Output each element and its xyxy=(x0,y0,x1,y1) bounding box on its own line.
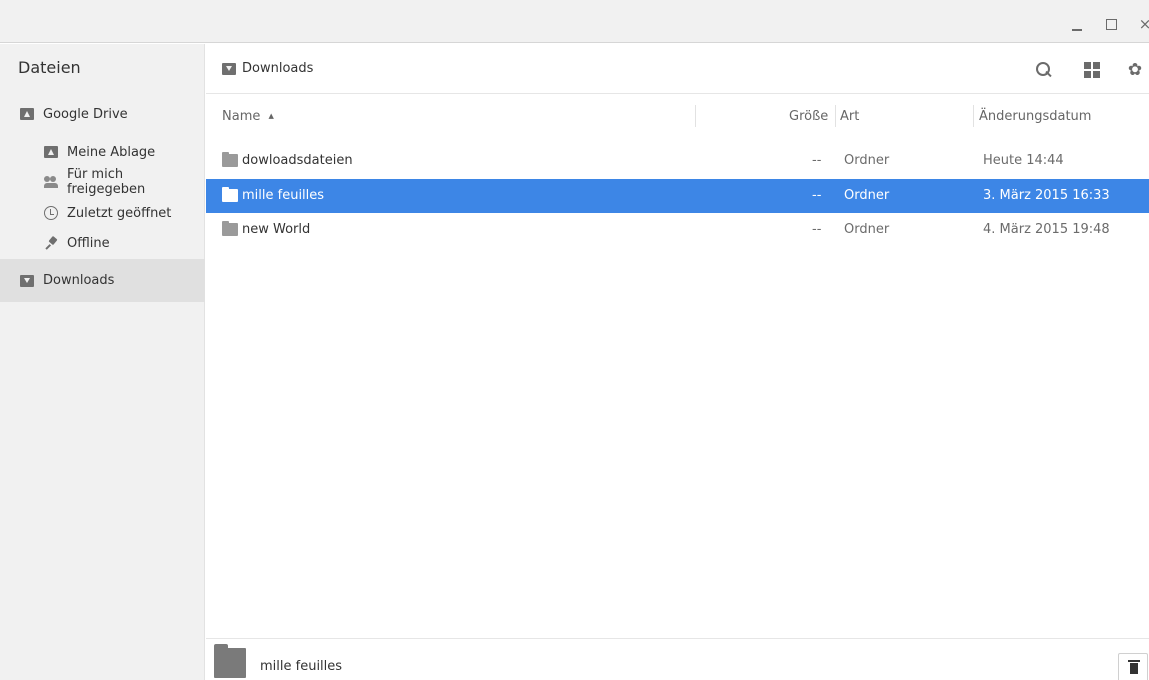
breadcrumb[interactable]: Downloads xyxy=(222,61,313,76)
file-row-selected[interactable]: mille feuilles -- Ordner 3. März 2015 16… xyxy=(206,179,1149,213)
file-type: Ordner xyxy=(844,222,890,237)
folder-icon xyxy=(222,187,238,202)
column-resize-handle[interactable] xyxy=(835,105,836,127)
breadcrumb-label: Downloads xyxy=(242,61,314,76)
people-icon xyxy=(44,176,58,188)
folder-icon xyxy=(222,221,238,236)
file-type: Ordner xyxy=(844,188,890,203)
search-icon[interactable] xyxy=(1034,60,1054,80)
column-header-size[interactable]: Größe xyxy=(789,109,828,124)
sidebar-item-meine-ablage[interactable]: Meine Ablage xyxy=(0,137,205,167)
gear-icon[interactable]: ✿ xyxy=(1125,60,1145,80)
downloads-icon xyxy=(20,274,34,287)
column-resize-handle[interactable] xyxy=(695,105,696,127)
sidebar-item-label: Meine Ablage xyxy=(67,144,156,160)
file-name: mille feuilles xyxy=(242,188,325,203)
sidebar-title: Dateien xyxy=(18,58,81,77)
sort-ascending-icon: ▲ xyxy=(268,112,274,120)
folder-icon xyxy=(222,152,238,167)
title-bar: × xyxy=(0,0,1149,43)
sidebar-item-recent[interactable]: Zuletzt geöffnet xyxy=(0,198,205,228)
file-name: new World xyxy=(242,222,311,237)
column-resize-handle[interactable] xyxy=(973,105,974,127)
preview-file-name: mille feuilles xyxy=(260,659,343,674)
sidebar-item-offline[interactable]: Offline xyxy=(0,228,205,258)
grid-view-icon[interactable] xyxy=(1082,60,1102,80)
column-header-name-label: Name xyxy=(222,109,261,124)
column-header-row: Name ▲ Größe Art Änderungsdatum xyxy=(206,95,1149,137)
file-size: -- xyxy=(812,153,822,168)
clock-icon xyxy=(44,206,58,220)
drive-folder-icon xyxy=(44,146,58,158)
sidebar-item-google-drive[interactable]: Google Drive xyxy=(0,99,205,129)
file-date: 4. März 2015 19:48 xyxy=(983,222,1110,237)
sidebar-item-label: Für mich freigegeben xyxy=(66,167,146,197)
close-button[interactable]: × xyxy=(1137,16,1149,32)
sidebar-item-shared-with-me[interactable]: Für mich freigegeben xyxy=(0,167,205,197)
pin-icon xyxy=(44,237,58,249)
sidebar-item-label: Google Drive xyxy=(43,106,128,122)
maximize-button[interactable] xyxy=(1103,16,1119,32)
sidebar-item-label: Downloads xyxy=(43,273,115,288)
file-date: 3. März 2015 16:33 xyxy=(983,188,1110,203)
file-type: Ordner xyxy=(844,153,890,168)
selection-preview-panel: mille feuilles xyxy=(206,638,1149,680)
sidebar-item-label: Zuletzt geöffnet xyxy=(67,205,172,221)
file-name: dowloadsdateien xyxy=(242,153,353,168)
file-row[interactable]: dowloadsdateien -- Ordner Heute 14:44 xyxy=(206,144,1149,178)
file-size: -- xyxy=(812,222,822,237)
minimize-button[interactable] xyxy=(1069,16,1085,32)
delete-button[interactable] xyxy=(1118,653,1148,680)
column-header-name[interactable]: Name ▲ xyxy=(222,109,274,124)
files-app-window: × Dateien Google Drive Meine Ablage Für … xyxy=(0,0,1149,680)
downloads-icon xyxy=(222,62,236,75)
column-header-type[interactable]: Art xyxy=(840,109,859,124)
column-header-date[interactable]: Änderungsdatum xyxy=(979,109,1091,124)
file-size: -- xyxy=(812,188,822,203)
sidebar-item-label: Offline xyxy=(67,235,110,251)
folder-thumbnail-icon xyxy=(214,644,246,678)
file-row[interactable]: new World -- Ordner 4. März 2015 19:48 xyxy=(206,213,1149,247)
sidebar: Dateien Google Drive Meine Ablage Für mi… xyxy=(0,44,205,680)
main-header: Downloads ✿ xyxy=(206,44,1149,94)
google-drive-icon xyxy=(20,108,34,120)
file-date: Heute 14:44 xyxy=(983,153,1064,168)
sidebar-item-downloads[interactable]: Downloads xyxy=(0,259,205,302)
